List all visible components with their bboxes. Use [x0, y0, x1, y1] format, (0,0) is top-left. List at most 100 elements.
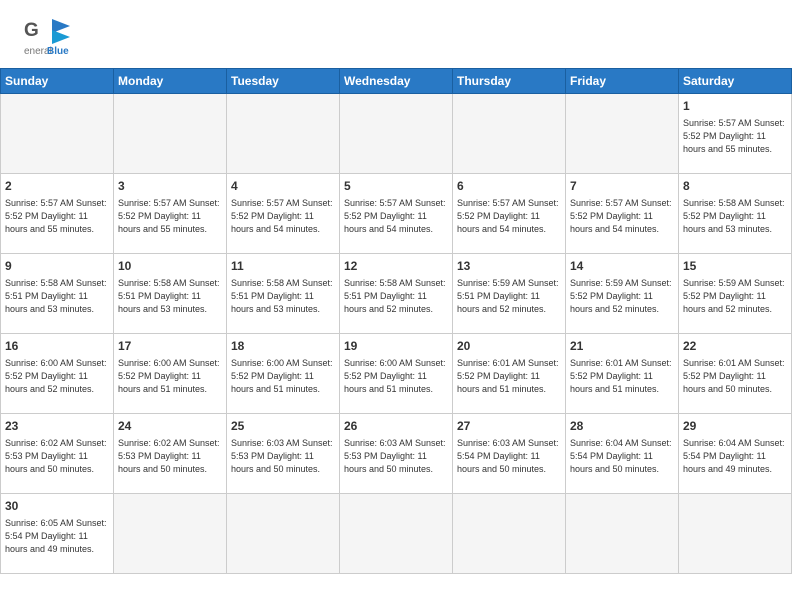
day-number: 19	[344, 338, 448, 355]
calendar-cell: 30 Sunrise: 6:05 AM Sunset: 5:54 PM Dayli…	[1, 494, 114, 574]
calendar-week-row: 30 Sunrise: 6:05 AM Sunset: 5:54 PM Dayli…	[1, 494, 792, 574]
day-number: 10	[118, 258, 222, 275]
day-info: Sunrise: 6:02 AM Sunset: 5:53 PM Dayligh…	[118, 437, 222, 476]
calendar-week-row: 9 Sunrise: 5:58 AM Sunset: 5:51 PM Daylig…	[1, 254, 792, 334]
logo: G eneral Blue	[24, 18, 74, 60]
logo-svg: G eneral Blue	[24, 18, 74, 60]
calendar-cell	[227, 494, 340, 574]
header-wednesday: Wednesday	[340, 69, 453, 94]
header-sunday: Sunday	[1, 69, 114, 94]
day-number: 23	[5, 418, 109, 435]
day-info: Sunrise: 5:57 AM Sunset: 5:52 PM Dayligh…	[457, 197, 561, 236]
calendar-cell: 2 Sunrise: 5:57 AM Sunset: 5:52 PM Daylig…	[1, 174, 114, 254]
day-info: Sunrise: 5:57 AM Sunset: 5:52 PM Dayligh…	[683, 117, 787, 156]
day-info: Sunrise: 5:58 AM Sunset: 5:52 PM Dayligh…	[683, 197, 787, 236]
day-info: Sunrise: 6:00 AM Sunset: 5:52 PM Dayligh…	[5, 357, 109, 396]
calendar-cell	[1, 94, 114, 174]
calendar-cell: 23 Sunrise: 6:02 AM Sunset: 5:53 PM Dayli…	[1, 414, 114, 494]
day-number: 4	[231, 178, 335, 195]
day-number: 16	[5, 338, 109, 355]
header-friday: Friday	[566, 69, 679, 94]
calendar-cell: 27Sunrise: 6:03 AM Sunset: 5:54 PM Dayli…	[453, 414, 566, 494]
day-info: Sunrise: 5:58 AM Sunset: 5:51 PM Dayligh…	[118, 277, 222, 316]
calendar-cell: 9 Sunrise: 5:58 AM Sunset: 5:51 PM Daylig…	[1, 254, 114, 334]
day-info: Sunrise: 6:05 AM Sunset: 5:54 PM Dayligh…	[5, 517, 109, 556]
calendar-cell: 4Sunrise: 5:57 AM Sunset: 5:52 PM Daylig…	[227, 174, 340, 254]
day-info: Sunrise: 6:01 AM Sunset: 5:52 PM Dayligh…	[457, 357, 561, 396]
calendar-cell: 7 Sunrise: 5:57 AM Sunset: 5:52 PM Daylig…	[566, 174, 679, 254]
day-info: Sunrise: 6:01 AM Sunset: 5:52 PM Dayligh…	[683, 357, 787, 396]
calendar-cell	[566, 94, 679, 174]
day-number: 13	[457, 258, 561, 275]
day-info: Sunrise: 6:01 AM Sunset: 5:52 PM Dayligh…	[570, 357, 674, 396]
calendar-header-row: SundayMondayTuesdayWednesdayThursdayFrid…	[1, 69, 792, 94]
day-info: Sunrise: 6:02 AM Sunset: 5:53 PM Dayligh…	[5, 437, 109, 476]
header-saturday: Saturday	[679, 69, 792, 94]
day-number: 18	[231, 338, 335, 355]
calendar-cell: 6 Sunrise: 5:57 AM Sunset: 5:52 PM Daylig…	[453, 174, 566, 254]
calendar-cell: 29 Sunrise: 6:04 AM Sunset: 5:54 PM Dayli…	[679, 414, 792, 494]
day-number: 15	[683, 258, 787, 275]
day-number: 8	[683, 178, 787, 195]
day-number: 29	[683, 418, 787, 435]
calendar-cell	[114, 494, 227, 574]
header-thursday: Thursday	[453, 69, 566, 94]
calendar-cell: 5 Sunrise: 5:57 AM Sunset: 5:52 PM Daylig…	[340, 174, 453, 254]
calendar-cell	[340, 494, 453, 574]
calendar-cell: 20 Sunrise: 6:01 AM Sunset: 5:52 PM Dayli…	[453, 334, 566, 414]
day-number: 27	[457, 418, 561, 435]
day-info: Sunrise: 6:03 AM Sunset: 5:53 PM Dayligh…	[344, 437, 448, 476]
calendar-cell	[453, 94, 566, 174]
calendar-cell	[679, 494, 792, 574]
calendar-cell: 17Sunrise: 6:00 AM Sunset: 5:52 PM Dayli…	[114, 334, 227, 414]
calendar-week-row: 1 Sunrise: 5:57 AM Sunset: 5:52 PM Daylig…	[1, 94, 792, 174]
calendar-cell: 1 Sunrise: 5:57 AM Sunset: 5:52 PM Daylig…	[679, 94, 792, 174]
calendar-cell: 18Sunrise: 6:00 AM Sunset: 5:52 PM Dayli…	[227, 334, 340, 414]
calendar-cell: 15Sunrise: 5:59 AM Sunset: 5:52 PM Dayli…	[679, 254, 792, 334]
day-info: Sunrise: 5:57 AM Sunset: 5:52 PM Dayligh…	[344, 197, 448, 236]
day-info: Sunrise: 6:04 AM Sunset: 5:54 PM Dayligh…	[683, 437, 787, 476]
calendar-cell: 16 Sunrise: 6:00 AM Sunset: 5:52 PM Dayli…	[1, 334, 114, 414]
calendar-cell: 25Sunrise: 6:03 AM Sunset: 5:53 PM Dayli…	[227, 414, 340, 494]
day-info: Sunrise: 5:57 AM Sunset: 5:52 PM Dayligh…	[5, 197, 109, 236]
calendar-cell: 14Sunrise: 5:59 AM Sunset: 5:52 PM Dayli…	[566, 254, 679, 334]
day-number: 9	[5, 258, 109, 275]
day-info: Sunrise: 5:58 AM Sunset: 5:51 PM Dayligh…	[344, 277, 448, 316]
calendar-week-row: 23 Sunrise: 6:02 AM Sunset: 5:53 PM Dayli…	[1, 414, 792, 494]
day-info: Sunrise: 6:00 AM Sunset: 5:52 PM Dayligh…	[344, 357, 448, 396]
day-number: 1	[683, 98, 787, 115]
calendar-cell: 3Sunrise: 5:57 AM Sunset: 5:52 PM Daylig…	[114, 174, 227, 254]
calendar-cell: 19 Sunrise: 6:00 AM Sunset: 5:52 PM Dayli…	[340, 334, 453, 414]
day-number: 11	[231, 258, 335, 275]
svg-text:G: G	[24, 20, 39, 41]
calendar-cell	[340, 94, 453, 174]
calendar-cell: 11 Sunrise: 5:58 AM Sunset: 5:51 PM Dayli…	[227, 254, 340, 334]
day-number: 6	[457, 178, 561, 195]
header-tuesday: Tuesday	[227, 69, 340, 94]
day-number: 21	[570, 338, 674, 355]
day-number: 20	[457, 338, 561, 355]
calendar-cell: 21 Sunrise: 6:01 AM Sunset: 5:52 PM Dayli…	[566, 334, 679, 414]
calendar-cell: 26Sunrise: 6:03 AM Sunset: 5:53 PM Dayli…	[340, 414, 453, 494]
day-number: 30	[5, 498, 109, 515]
day-info: Sunrise: 5:57 AM Sunset: 5:52 PM Dayligh…	[118, 197, 222, 236]
calendar-week-row: 2 Sunrise: 5:57 AM Sunset: 5:52 PM Daylig…	[1, 174, 792, 254]
calendar-cell	[453, 494, 566, 574]
day-info: Sunrise: 6:04 AM Sunset: 5:54 PM Dayligh…	[570, 437, 674, 476]
day-number: 7	[570, 178, 674, 195]
day-number: 25	[231, 418, 335, 435]
calendar-cell: 22Sunrise: 6:01 AM Sunset: 5:52 PM Dayli…	[679, 334, 792, 414]
calendar-table: SundayMondayTuesdayWednesdayThursdayFrid…	[0, 68, 792, 574]
page-header: G eneral Blue	[0, 0, 792, 68]
calendar-cell: 13Sunrise: 5:59 AM Sunset: 5:51 PM Dayli…	[453, 254, 566, 334]
day-info: Sunrise: 5:58 AM Sunset: 5:51 PM Dayligh…	[231, 277, 335, 316]
day-number: 5	[344, 178, 448, 195]
calendar-cell: 12Sunrise: 5:58 AM Sunset: 5:51 PM Dayli…	[340, 254, 453, 334]
calendar-cell: 10 Sunrise: 5:58 AM Sunset: 5:51 PM Dayli…	[114, 254, 227, 334]
day-number: 24	[118, 418, 222, 435]
day-number: 2	[5, 178, 109, 195]
day-info: Sunrise: 5:57 AM Sunset: 5:52 PM Dayligh…	[570, 197, 674, 236]
day-info: Sunrise: 5:59 AM Sunset: 5:52 PM Dayligh…	[570, 277, 674, 316]
day-info: Sunrise: 5:58 AM Sunset: 5:51 PM Dayligh…	[5, 277, 109, 316]
calendar-cell	[114, 94, 227, 174]
